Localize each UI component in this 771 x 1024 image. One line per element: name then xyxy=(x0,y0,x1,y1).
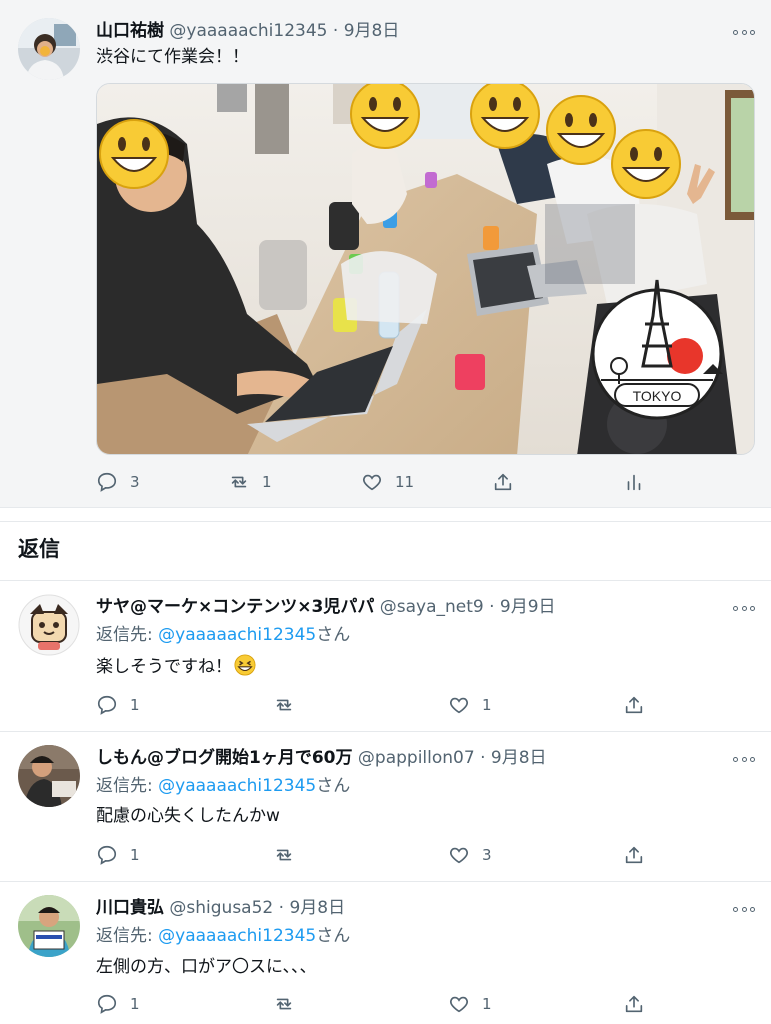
like-count: 1 xyxy=(482,696,492,714)
reply-text-content: 楽しそうですね！ xyxy=(96,657,232,677)
author-avatar[interactable] xyxy=(18,18,80,80)
reply-to-prefix: 返信先: xyxy=(96,776,159,796)
tweet-date[interactable]: 9月8日 xyxy=(344,21,400,41)
reply-to-mention[interactable]: @yaaaaachi12345 xyxy=(158,926,316,946)
more-options-icon[interactable] xyxy=(733,603,755,613)
reply-date[interactable]: 9月9日 xyxy=(500,597,556,617)
heart-icon xyxy=(450,697,468,714)
reply-icon xyxy=(97,695,117,715)
heart-icon xyxy=(450,847,468,864)
reply-icon xyxy=(97,994,117,1014)
reply-to-prefix: 返信先: xyxy=(96,625,159,645)
reply-to-suffix: さん xyxy=(316,625,351,645)
main-tweet-header: 山口祐樹 @yaaaaachi12345 · 9月8日 xyxy=(96,20,399,42)
reply-to-prefix: 返信先: xyxy=(96,926,159,946)
reply-count: 1 xyxy=(130,846,140,864)
replies-heading: 返信 xyxy=(18,537,60,561)
tweet-text: 渋谷にて作業会！！ xyxy=(96,47,249,67)
reply-divider xyxy=(0,731,771,732)
reply-to-suffix: さん xyxy=(316,776,351,796)
reply-text: 楽しそうですね！ xyxy=(96,654,256,678)
reply-author-handle[interactable]: @pappillon07 xyxy=(358,748,475,768)
heart-icon xyxy=(450,996,468,1013)
reply-count: 1 xyxy=(130,995,140,1013)
more-options-icon[interactable] xyxy=(733,27,755,37)
like-button[interactable]: 11 xyxy=(361,469,414,495)
more-options-icon[interactable] xyxy=(733,754,755,764)
reply-avatar[interactable] xyxy=(18,745,80,807)
reply-author-name[interactable]: サヤ@マーケ×コンテンツ×3児パパ xyxy=(96,597,374,617)
reply-author-name[interactable]: 川口貴弘 xyxy=(96,898,164,918)
reply-avatar[interactable] xyxy=(18,895,80,957)
reply-divider xyxy=(0,881,771,882)
retweet-icon xyxy=(276,849,292,861)
reply-to-suffix: さん xyxy=(316,926,351,946)
retweet-icon xyxy=(276,998,292,1010)
separator-dot: · xyxy=(489,597,495,617)
analytics-button[interactable] xyxy=(623,469,645,495)
reply-count: 1 xyxy=(130,696,140,714)
like-button[interactable]: 1 xyxy=(448,991,492,1017)
separator-dot: · xyxy=(332,21,339,41)
share-button[interactable] xyxy=(492,469,514,495)
grinning-squinting-face-icon xyxy=(234,654,256,676)
like-count: 11 xyxy=(395,473,415,491)
retweet-button[interactable] xyxy=(273,692,295,718)
retweet-icon xyxy=(231,476,247,488)
more-options-icon[interactable] xyxy=(733,904,755,914)
like-count: 3 xyxy=(482,846,492,864)
share-button[interactable] xyxy=(623,842,645,868)
separator-dot: · xyxy=(480,748,486,768)
reply-button[interactable]: 1 xyxy=(96,842,140,868)
reply-header: 川口貴弘 @shigusa52 · 9月8日 xyxy=(96,897,345,919)
share-icon xyxy=(494,473,512,491)
reply-date[interactable]: 9月8日 xyxy=(491,748,547,768)
retweet-count: 1 xyxy=(262,473,272,491)
reply-author-handle[interactable]: @saya_net9 xyxy=(380,597,484,617)
section-divider xyxy=(0,507,771,508)
heart-icon xyxy=(363,474,381,491)
reply-button[interactable]: 3 xyxy=(96,469,140,495)
author-name[interactable]: 山口祐樹 xyxy=(96,21,164,41)
retweet-button[interactable] xyxy=(273,842,295,868)
reply-button[interactable]: 1 xyxy=(96,991,140,1017)
share-button[interactable] xyxy=(623,692,645,718)
reply-to-line: 返信先: @yaaaaachi12345さん xyxy=(96,624,350,646)
share-icon xyxy=(625,696,643,714)
share-icon xyxy=(625,846,643,864)
like-button[interactable]: 3 xyxy=(448,842,492,868)
like-count: 1 xyxy=(482,995,492,1013)
reply-author-name[interactable]: しもん@ブログ開始1ヶ月で60万 xyxy=(96,748,353,768)
reply-button[interactable]: 1 xyxy=(96,692,140,718)
reply-text: 配慮の心失くしたんかw xyxy=(96,806,280,826)
tweet-photo[interactable]: TOKYO xyxy=(96,83,755,455)
main-tweet: 山口祐樹 @yaaaaachi12345 · 9月8日 渋谷にて作業会！！ TO… xyxy=(0,0,771,507)
tokyo-badge-text: TOKYO xyxy=(633,388,682,404)
reply-to-line: 返信先: @yaaaaachi12345さん xyxy=(96,775,350,797)
reply-to-line: 返信先: @yaaaaachi12345さん xyxy=(96,925,350,947)
reply-header: しもん@ブログ開始1ヶ月で60万 @pappillon07 · 9月8日 xyxy=(96,747,547,769)
section-divider xyxy=(0,521,771,522)
retweet-icon xyxy=(276,699,292,711)
reply-header: サヤ@マーケ×コンテンツ×3児パパ @saya_net9 · 9月9日 xyxy=(96,596,556,618)
reply-date[interactable]: 9月8日 xyxy=(289,898,345,918)
reply-count: 3 xyxy=(130,473,140,491)
reply-icon xyxy=(97,472,117,492)
reply-author-handle[interactable]: @shigusa52 xyxy=(169,898,273,918)
reply-text: 左側の方、口がア〇スに、、、 xyxy=(96,957,317,977)
share-icon xyxy=(625,995,643,1013)
reply-to-mention[interactable]: @yaaaaachi12345 xyxy=(158,776,316,796)
reply-divider xyxy=(0,580,771,581)
reply-avatar[interactable] xyxy=(18,594,80,656)
reply-to-mention[interactable]: @yaaaaachi12345 xyxy=(158,625,316,645)
reply-icon xyxy=(97,845,117,865)
analytics-icon xyxy=(627,474,641,491)
share-button[interactable] xyxy=(623,991,645,1017)
like-button[interactable]: 1 xyxy=(448,692,492,718)
separator-dot: · xyxy=(278,898,285,918)
author-handle[interactable]: @yaaaaachi12345 xyxy=(169,21,327,41)
retweet-button[interactable] xyxy=(273,991,295,1017)
retweet-button[interactable]: 1 xyxy=(228,469,272,495)
